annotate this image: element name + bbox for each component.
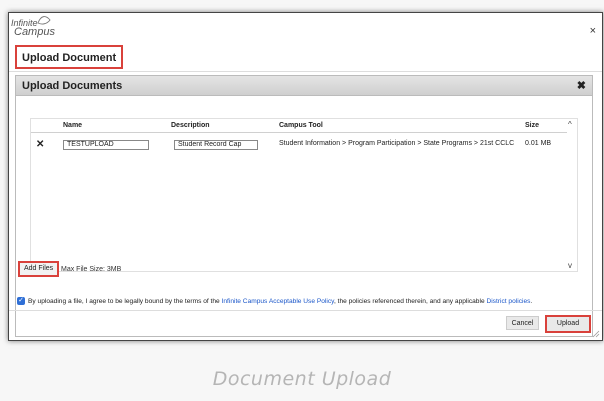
cancel-button[interactable]: Cancel	[506, 316, 539, 330]
agreement-row: ✓ By uploading a file, I agree to be lega…	[17, 297, 532, 305]
window-close-icon[interactable]: ×	[590, 25, 596, 37]
divider	[9, 71, 602, 72]
column-header-campus-tool[interactable]: Campus Tool	[279, 122, 323, 129]
dialog-title: Upload Documents	[22, 80, 123, 92]
grid-scrollbar[interactable]: ^ v	[567, 119, 577, 271]
file-description-input[interactable]	[174, 140, 258, 150]
column-header-size[interactable]: Size	[525, 122, 539, 129]
district-policies-link[interactable]: District policies	[486, 298, 530, 305]
remove-file-icon[interactable]: ✕	[36, 139, 44, 150]
resize-grip-icon[interactable]	[592, 330, 600, 338]
footer-divider	[9, 310, 602, 311]
figure-caption: Document Upload	[212, 368, 392, 390]
column-header-description[interactable]: Description	[171, 122, 210, 129]
agreement-text-2: , the policies referenced therein, and a…	[333, 297, 487, 305]
agreement-checkbox[interactable]: ✓	[17, 297, 25, 305]
agreement-text-1: By uploading a file, I agree to be legal…	[28, 297, 222, 305]
column-header-name[interactable]: Name	[63, 122, 82, 129]
grid-header: Name Description Campus Tool Size	[31, 119, 577, 133]
page-title: Upload Document	[15, 45, 124, 69]
scroll-up-icon[interactable]: ^	[568, 120, 572, 129]
add-files-button[interactable]: Add Files	[18, 261, 60, 277]
agreement-text-3: .	[530, 297, 533, 305]
logo-line-2: Campus	[14, 26, 55, 38]
acceptable-use-policy-link[interactable]: Infinite Campus Acceptable Use Policy	[222, 298, 334, 305]
dialog-header: Upload Documents ✖	[16, 76, 592, 96]
campus-tool-path: Student Information > Program Participat…	[279, 140, 515, 147]
campus-logo: Infinite Campus	[11, 16, 55, 38]
logo-swoosh-icon	[37, 16, 51, 25]
max-file-size-label: Max File Size: 3MB	[61, 266, 122, 273]
file-name-input[interactable]	[63, 140, 149, 150]
upload-window: Infinite Campus × Upload Document Upload…	[8, 12, 603, 341]
upload-button[interactable]: Upload	[545, 315, 591, 333]
document-grid: Name Description Campus Tool Size ✕ Stud…	[30, 118, 578, 272]
scroll-down-icon[interactable]: v	[568, 261, 572, 270]
dialog-close-icon[interactable]: ✖	[577, 79, 586, 92]
file-size: 0.01 MB	[525, 140, 552, 147]
